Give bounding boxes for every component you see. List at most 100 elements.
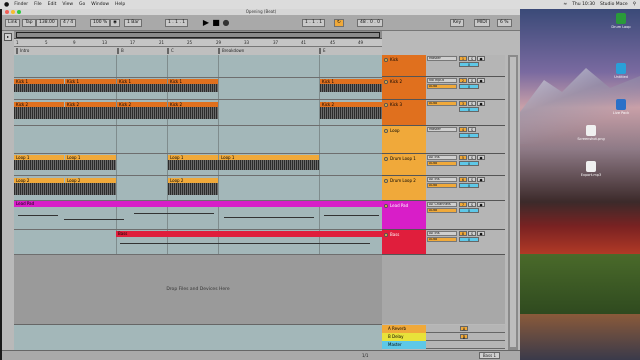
close-icon[interactable] [5,10,9,14]
clip-lead-pad[interactable]: Lead Pad [14,201,382,207]
track-name[interactable]: Kick 2 [390,79,402,84]
monitor-auto[interactable]: Auto [427,84,457,89]
metronome-icon[interactable]: ◉ [110,19,120,27]
monitor-auto[interactable]: Auto [427,183,457,188]
track-input[interactable]: No Input [427,78,457,83]
volume-field[interactable]: 0 [459,183,479,188]
arm-icon[interactable]: ● [477,177,485,182]
solo-button[interactable]: S [468,202,476,207]
volume-field[interactable]: 0 [459,84,479,89]
track-kick[interactable]: Kick Master 1 S ● 0 [382,55,505,77]
track-number[interactable]: 4 [459,127,467,132]
key-map-button[interactable]: Key [450,19,465,27]
menu-finder[interactable]: Finder [14,2,28,7]
locator-breakdown[interactable]: Breakdown [218,48,244,54]
drop-zone[interactable]: Drop Files and Devices Here [14,255,382,324]
stop-icon[interactable]: ■ [212,18,220,28]
track-name[interactable]: Bass [390,232,399,237]
locator-b[interactable]: B [117,48,124,54]
loop-start[interactable]: 1 . 1 . 1 [302,19,326,27]
solo-button[interactable]: S [468,231,476,236]
track-drum-loop-2[interactable]: Drum Loop 2 All Ins Auto 6 S ● 0 [382,176,505,201]
volume-field[interactable]: 0 [459,208,479,213]
solo-button[interactable]: S [468,177,476,182]
solo-button[interactable]: S [468,127,476,132]
track-activator-icon[interactable] [384,179,388,183]
solo-button[interactable]: S [468,101,476,106]
solo-button[interactable]: S [468,155,476,160]
track-activator-icon[interactable] [384,58,388,62]
track-name[interactable]: Kick 3 [390,102,402,107]
track-name[interactable]: Drum Loop 1 [390,156,416,161]
solo-button[interactable]: S [468,56,476,61]
song-position[interactable]: 1 . 1 . 1 [165,19,189,27]
solo-button[interactable]: S [468,78,476,83]
desktop-icon[interactable]: Drum Loop [604,13,638,29]
zoom-icon[interactable] [17,10,21,14]
arm-icon[interactable]: ● [477,202,485,207]
desktop-icon[interactable]: Export.mp3 [574,161,608,177]
loop-switch-icon[interactable]: ↻ [334,19,344,27]
track-activator-icon[interactable] [384,80,388,84]
return-track-a[interactable]: A Reverb A [382,325,505,333]
track-bass[interactable]: Bass All Ins Auto 8 S ● 0 [382,230,505,255]
browser-toggle-icon[interactable]: ▸ [4,33,12,41]
monitor-auto[interactable]: Auto [427,101,457,106]
track-output[interactable]: Master [427,127,457,132]
track-loop[interactable]: Loop Master 4S0 [382,126,505,154]
desktop-icon[interactable]: Screenshot.png [574,125,608,141]
arm-icon[interactable]: ● [477,78,485,83]
locator-c[interactable]: C [167,48,174,54]
tap-button[interactable]: Tap [22,19,36,27]
locator-intro[interactable]: Intro [16,48,29,54]
desktop-icon[interactable]: Untitled [604,63,638,79]
menu-view[interactable]: View [62,2,73,7]
track-name[interactable]: Lead Pad [390,203,408,208]
track-number[interactable]: 3 [459,101,467,106]
midi-map-button[interactable]: MIDI [474,19,491,27]
play-icon[interactable]: ▶ [202,18,210,28]
user-name[interactable]: Studio Mace [600,2,628,7]
menu-file[interactable]: File [34,2,42,7]
track-input[interactable]: All Ins [427,231,457,236]
menu-help[interactable]: Help [115,2,125,7]
return-track-b[interactable]: B Delay B [382,333,505,341]
beat-time-ruler[interactable]: 1 5 9 13 17 21 25 29 33 37 41 45 49 [14,39,382,47]
volume-field[interactable]: 0 [459,237,479,242]
wifi-icon[interactable]: ≈ [563,2,567,7]
vertical-scrollbar[interactable] [508,55,518,350]
arm-icon[interactable]: ● [477,155,485,160]
return-name[interactable]: A Reverb [382,325,426,333]
volume-field[interactable]: 0 [459,161,479,166]
monitor-auto[interactable]: Auto [427,161,457,166]
return-name[interactable]: Master [382,341,426,349]
loop-length[interactable]: 48 . 0 . 0 [357,19,384,27]
zoom-field[interactable]: 100 % [90,19,111,27]
track-number[interactable]: 7 [459,202,467,207]
track-name[interactable]: Drum Loop 2 [390,178,416,183]
monitor-auto[interactable]: Auto [427,208,457,213]
tempo-field[interactable]: 138.00 [36,19,58,27]
menu-window[interactable]: Window [91,2,109,7]
arrangement-overview[interactable] [14,31,382,39]
quantize-menu[interactable]: 1 Bar [124,19,142,27]
track-activator-icon[interactable] [384,204,388,208]
selected-track-label[interactable]: Bass 1 [478,352,500,359]
master-track[interactable]: Master [382,341,505,349]
link-button[interactable]: Link [5,19,21,27]
clip-bass[interactable]: Bass [116,231,382,237]
track-input[interactable]: Master [427,56,457,61]
locator-e[interactable]: E [319,48,326,54]
track-number[interactable]: 6 [459,177,467,182]
volume-field[interactable]: 0 [459,133,479,138]
track-number[interactable]: 1 [459,56,467,61]
return-letter[interactable]: A [460,326,468,332]
arm-icon[interactable]: ● [477,101,485,106]
scrollbar-thumb[interactable] [510,57,516,347]
track-number[interactable]: 2 [459,78,467,83]
track-number[interactable]: 5 [459,155,467,160]
return-name[interactable]: B Delay [382,333,426,341]
menu-edit[interactable]: Edit [48,2,57,7]
track-number[interactable]: 8 [459,231,467,236]
track-input[interactable]: All Ins [427,177,457,182]
